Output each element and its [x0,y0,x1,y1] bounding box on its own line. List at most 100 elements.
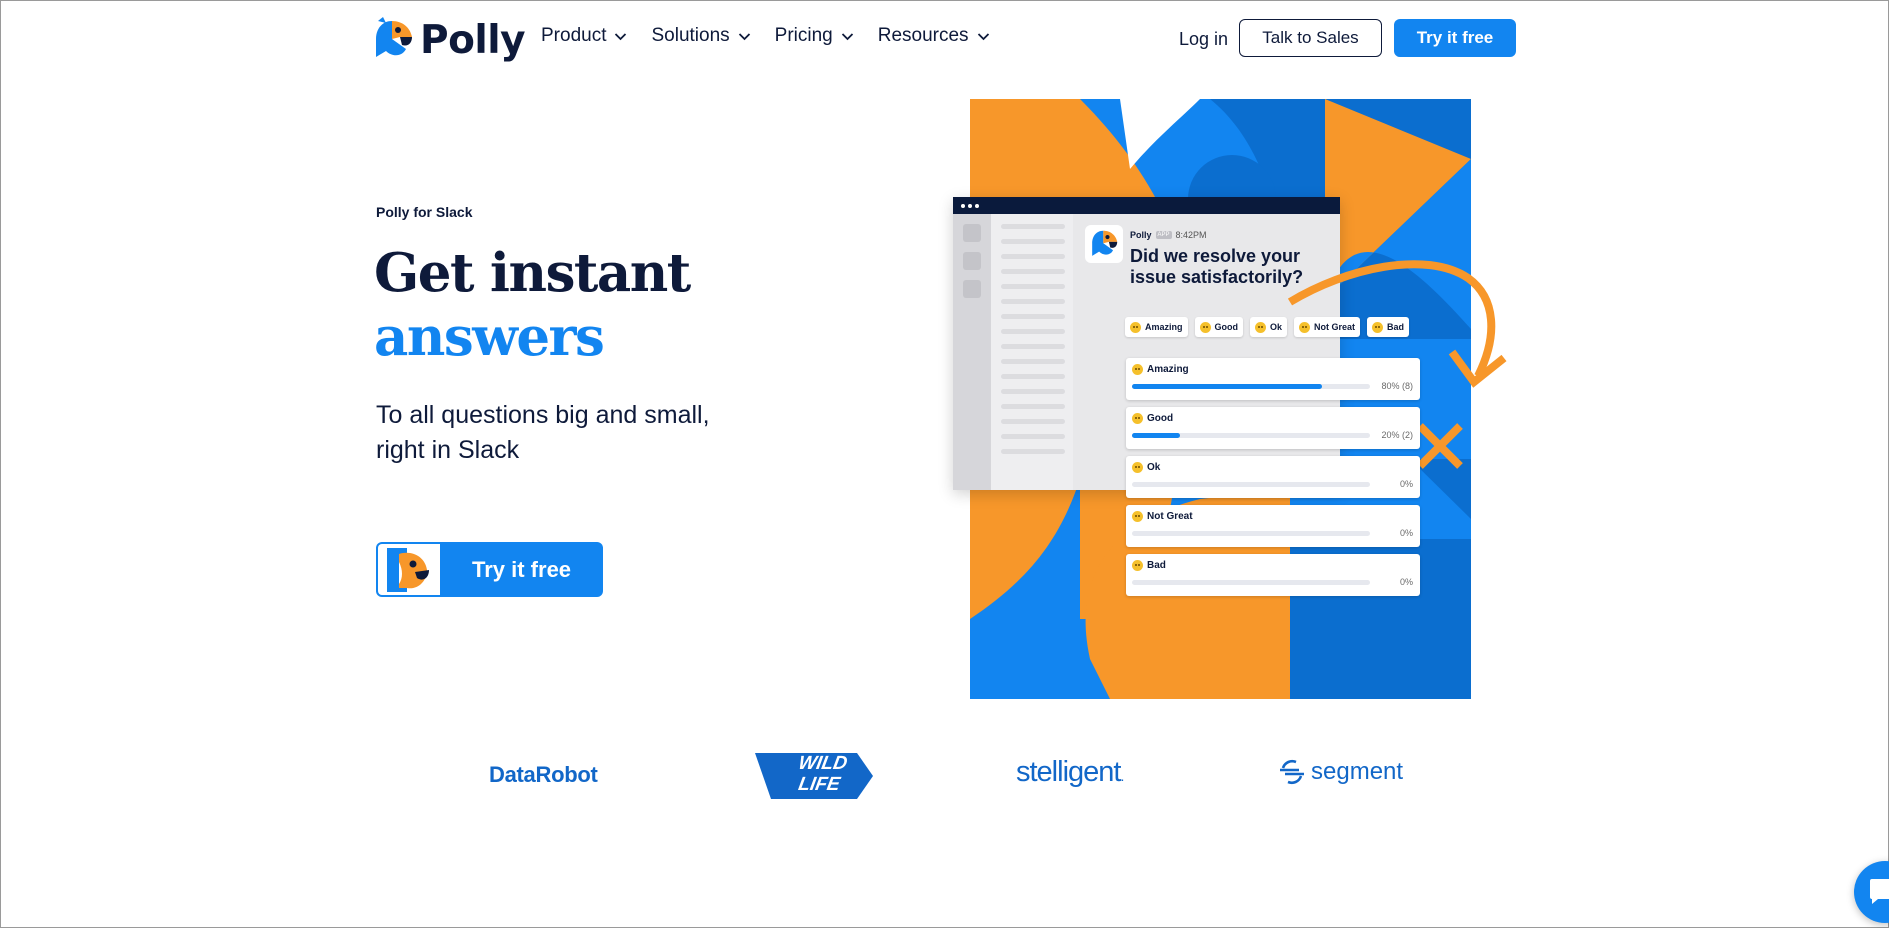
hero-eyebrow: Polly for Slack [376,204,473,220]
result-row: Ok 0% [1126,456,1420,498]
result-label: Amazing [1147,364,1189,375]
result-bar-track [1132,580,1370,585]
question-line1: Did we resolve your [1130,246,1301,266]
subtext-line1: To all questions big and small, [376,401,710,429]
parrot-icon-box [378,544,440,595]
neutral-emoji-icon [1132,462,1143,473]
result-bar-track [1132,433,1370,438]
nav-resources-label: Resources [877,25,969,46]
result-bar-track [1132,384,1370,389]
polly-avatar [1085,225,1123,263]
chevron-down-icon [615,32,627,40]
crying-emoji-icon [1132,560,1143,571]
try-free-nav-button[interactable]: Try it free [1394,19,1516,57]
wildlife-logo: WILD LIFE [753,751,875,801]
chat-bubble-icon [1870,879,1889,904]
sad-emoji-icon [1299,321,1311,333]
chip-label: Good [1214,322,1239,332]
segment-name: segment [1311,758,1404,785]
result-label: Good [1147,413,1174,424]
result-percent: 0% [1399,479,1413,489]
option-chip[interactable]: Not Great [1294,317,1361,337]
option-chip[interactable]: Bad [1367,317,1410,337]
chevron-down-icon [977,32,989,40]
segment-logo: segment [1279,758,1403,786]
option-chip[interactable]: Ok [1250,317,1288,337]
app-badge: APP [1155,231,1172,239]
parrot-icon [1092,230,1118,256]
result-bar-track [1132,482,1370,487]
result-row: Good 20% (2) [1126,407,1420,449]
channel-sidebar [991,214,1073,490]
headline-line1: Get instant [374,242,691,304]
nav-product[interactable]: Product [541,25,627,47]
nav-solutions-label: Solutions [651,25,730,46]
stelligent-name: stelligent [1016,756,1121,788]
nav-solutions[interactable]: Solutions [651,25,750,47]
workspace-rail [953,214,991,490]
hero-headline: Get instant answers [374,241,691,369]
decorative-cross [1417,423,1463,469]
result-bar-fill [1132,433,1180,438]
result-label: Ok [1147,462,1161,473]
sender-name: Polly [1130,230,1152,240]
result-percent: 0% [1399,577,1413,587]
polly-logo[interactable]: Polly [372,16,526,64]
result-row: Bad 0% [1126,554,1420,596]
login-link[interactable]: Log in [1179,29,1228,50]
result-label: Not Great [1147,511,1193,522]
heart-eyes-emoji-icon [1132,364,1143,375]
smile-emoji-icon [1199,321,1211,333]
stelligent-logo: stelligent. [1016,756,1124,789]
nav-resources[interactable]: Resources [878,25,990,47]
try-free-hero-button[interactable]: Try it free [376,542,603,597]
chip-label: Not Great [1314,322,1356,332]
message-meta: Polly APP 8:42PM [1130,230,1207,240]
smile-emoji-icon [1132,413,1143,424]
stelligent-suffix: . [1120,768,1124,784]
datarobot-logo: DataRobot [489,762,598,787]
chip-label: Bad [1387,322,1405,332]
chevron-down-icon [738,32,750,40]
result-percent: 0% [1399,528,1413,538]
result-percent: 20% (2) [1381,430,1413,440]
message-time: 8:42PM [1175,230,1207,240]
talk-to-sales-button[interactable]: Talk to Sales [1239,19,1382,57]
heart-eyes-emoji-icon [1130,321,1141,333]
headline-accent: answers [374,306,605,368]
nav-pricing-label: Pricing [774,25,833,46]
customer-logos: DataRobot WILD LIFE stelligent. segment [1,746,1889,806]
wildlife-line2: LIFE [796,774,842,795]
window-titlebar [953,197,1340,214]
segment-mark-icon [1280,759,1304,785]
chip-label: Amazing [1145,322,1183,332]
hero-subtext: To all questions big and small, right in… [376,398,776,468]
chat-launcher-button[interactable] [1854,861,1889,923]
chevron-down-icon [841,32,853,40]
result-label: Bad [1147,560,1166,571]
main-menu: Product Solutions Pricing Resources [541,25,1014,47]
result-bar-track [1132,531,1370,536]
result-bar-fill [1132,384,1323,389]
chip-label: Ok [1270,322,1283,332]
neutral-emoji-icon [1255,321,1267,333]
result-percent: 80% (8) [1381,381,1413,391]
parrot-icon [376,17,412,57]
poll-results: Amazing 80% (8) Good 20% (2) Ok 0% Not G… [1126,358,1420,603]
result-row: Amazing 80% (8) [1126,358,1420,400]
crying-emoji-icon [1372,321,1384,333]
sad-emoji-icon [1132,511,1143,522]
nav-pricing[interactable]: Pricing [775,25,854,47]
question-line2: issue satisfactorily? [1130,267,1304,287]
option-chip[interactable]: Amazing [1125,317,1188,337]
option-chip[interactable]: Good [1194,317,1244,337]
logo-wordmark: Polly [420,17,526,63]
hero-cta-label: Try it free [472,556,572,582]
top-nav: Polly Product Solutions Pricing Resource… [1,1,1889,79]
nav-product-label: Product [541,25,607,46]
wildlife-line1: WILD [796,753,849,774]
result-row: Not Great 0% [1126,505,1420,547]
subtext-line2: right in Slack [376,436,520,464]
parrot-icon [387,547,429,592]
poll-options: Amazing Good Ok Not Great Bad [1125,317,1416,337]
